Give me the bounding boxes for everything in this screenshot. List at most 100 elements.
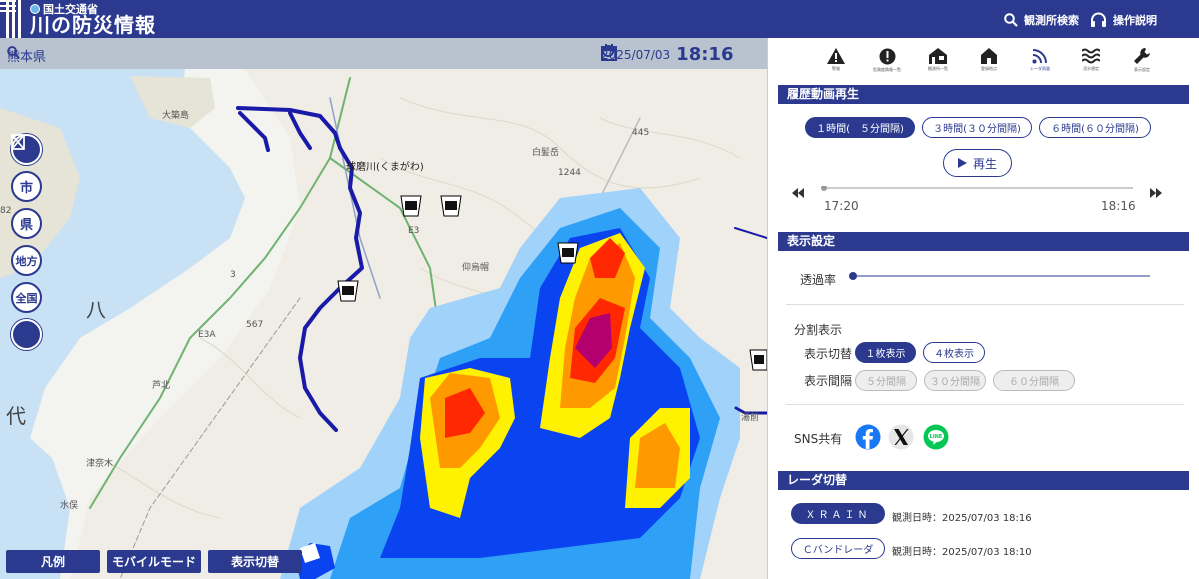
help-button[interactable]: 操作説明 — [1090, 12, 1157, 28]
home-icon — [981, 48, 997, 64]
display-section-title: 表示設定 — [778, 232, 1189, 251]
refresh-icon[interactable] — [601, 44, 615, 58]
divider — [786, 404, 1184, 405]
map-label-82: 82 — [0, 206, 12, 216]
facebook-icon[interactable] — [855, 424, 881, 450]
warning-icon — [827, 48, 845, 64]
timeline-end-time: 18:16 — [1101, 199, 1136, 213]
side-panel: 警報 危険度情報一覧 観測所一覧 登録地点 レーダ雨量 浸水想定 表示設定 履歴… — [767, 38, 1199, 579]
map-label-e3: E3 — [408, 226, 420, 236]
timeline-slider[interactable] — [792, 186, 1168, 200]
map-bottom-toolbar: 凡例 モバイルモード 表示切替 — [6, 550, 302, 573]
interval-60min-button[interactable]: ６０分間隔 — [993, 370, 1075, 391]
rewind-icon[interactable] — [792, 188, 804, 198]
mobile-mode-button[interactable]: モバイルモード — [107, 550, 201, 573]
cband-observation-time: 観測日時：2025/07/03 18:10 — [892, 547, 1032, 558]
map-view[interactable]: 大築島 白髪岳 1244 仰烏帽 445 E3 E3A 3 567 芦北 津奈木… — [0, 38, 767, 579]
headset-icon — [1091, 12, 1106, 27]
settings-label: 表示設定 — [1134, 66, 1150, 72]
map-label-567: 567 — [246, 320, 264, 330]
flood-icon — [1082, 48, 1100, 64]
history-section-title: 履歴動画再生 — [778, 85, 1189, 104]
map-label-shirahage: 白髪岳 — [532, 148, 560, 158]
map-label-elevation: 1244 — [558, 168, 581, 178]
opacity-handle[interactable] — [849, 272, 857, 280]
timeline-handle[interactable] — [821, 186, 827, 191]
interval-30min-button[interactable]: ３０分間隔 — [924, 370, 986, 391]
map-label-tsunagi: 津奈木 — [86, 459, 114, 469]
xrain-button[interactable]: ＸＲＡＩＮ — [791, 503, 885, 524]
map-label-minamata: 水俣 — [60, 501, 79, 511]
flood-label: 浸水想定 — [1083, 66, 1099, 71]
map-topbar: 熊本県 2025/07/03 18:16 — [0, 38, 767, 69]
station-search-button[interactable]: 観測所検索 — [1004, 12, 1079, 28]
split-display-label: 分割表示 — [794, 323, 843, 337]
map-label-gyoku: 仰烏帽 — [462, 263, 490, 273]
station-list-icon — [929, 48, 947, 64]
x-icon[interactable] — [888, 424, 914, 450]
river-name-label[interactable]: 球磨川(くまがわ) — [346, 158, 424, 173]
scale-city-button[interactable]: 市 — [11, 171, 42, 202]
scale-prefecture-button[interactable]: 県 — [11, 208, 42, 239]
flood-button[interactable]: 浸水想定 — [1073, 38, 1109, 82]
sns-share-label: SNS共有 — [794, 432, 843, 446]
help-label: 操作説明 — [1113, 14, 1157, 27]
line-icon[interactable]: LINE — [923, 424, 949, 450]
home-label: 登録地点 — [981, 66, 997, 71]
interval-1h-button[interactable]: １時間( ５分間隔) — [805, 117, 915, 138]
display-interval-label: 表示間隔 — [804, 374, 853, 388]
app-header: 国土交通省 川の防災情報 観測所検索 操作説明 — [0, 0, 1199, 38]
station-list-label: 観測所一覧 — [928, 66, 948, 71]
alert-icon — [879, 48, 895, 64]
xrain-observation-time: 観測日時：2025/07/03 18:16 — [892, 513, 1032, 524]
frame-toggle-bottom-icon[interactable] — [11, 134, 42, 350]
cband-button[interactable]: Ｃバンドレーダ — [791, 538, 885, 559]
scale-nation-button[interactable]: 全国 — [11, 282, 42, 313]
map-label-yunomae: 湯前 — [741, 413, 760, 423]
warning-label: 警報 — [832, 66, 840, 71]
opacity-slider[interactable] — [848, 270, 1153, 282]
station-list-button[interactable]: 観測所一覧 — [920, 38, 956, 82]
display-switch-label: 表示切替 — [804, 347, 853, 361]
map-label-road445: 445 — [632, 128, 650, 138]
map-label-route3: 3 — [230, 270, 236, 280]
radar-label: レーダ雨量 — [1030, 66, 1050, 71]
radar-icon — [1032, 49, 1047, 64]
map-label-ashikita: 芦北 — [152, 381, 171, 391]
play-label: 再生 — [972, 156, 997, 171]
interval-3h-button[interactable]: ３時間(３０分間隔) — [922, 117, 1032, 138]
map-scale-buttons: 市 県 地方 全国 — [11, 134, 42, 350]
map-label-dai: 代 — [6, 404, 26, 428]
search-label: 観測所検索 — [1024, 14, 1079, 27]
radar-rain-button[interactable]: レーダ雨量 — [1022, 38, 1058, 82]
display-switch-button[interactable]: 表示切替 — [208, 550, 302, 573]
time-label: 18:16 — [676, 44, 734, 65]
wrench-icon — [1133, 47, 1150, 64]
map-canvas[interactable] — [0, 38, 767, 579]
radar-section-title: レーダ切替 — [778, 471, 1189, 490]
settings-button[interactable]: 表示設定 — [1124, 38, 1160, 82]
risk-info-label: 危険度情報一覧 — [873, 66, 901, 72]
map-label-oyano: 大築島 — [162, 111, 190, 121]
play-icon — [957, 158, 967, 168]
risk-info-button[interactable]: 危険度情報一覧 — [869, 38, 905, 82]
divider — [786, 304, 1184, 305]
warning-button[interactable]: 警報 — [818, 38, 854, 82]
interval-6h-button[interactable]: ６時間(６０分間隔) — [1039, 117, 1151, 138]
legend-button[interactable]: 凡例 — [6, 550, 100, 573]
fast-forward-icon[interactable] — [1150, 188, 1162, 198]
prefecture-selector[interactable]: 熊本県 — [7, 46, 46, 65]
function-icon-bar: 警報 危険度情報一覧 観測所一覧 登録地点 レーダ雨量 浸水想定 表示設定 — [768, 38, 1199, 82]
timeline-start-time: 17:20 — [824, 199, 859, 213]
scale-region-button[interactable]: 地方 — [11, 245, 42, 276]
play-button[interactable]: 再生 — [943, 149, 1012, 177]
registered-point-button[interactable]: 登録地点 — [971, 38, 1007, 82]
map-label-e3a: E3A — [198, 330, 216, 340]
quad-view-button[interactable]: ４枚表示 — [923, 342, 985, 363]
app-title[interactable]: 川の防災情報 — [30, 13, 156, 37]
observation-datetime[interactable]: 2025/07/03 18:16 — [601, 44, 733, 65]
svg-text:LINE: LINE — [930, 434, 943, 440]
search-icon — [1004, 13, 1018, 27]
interval-5min-button[interactable]: ５分間隔 — [855, 370, 917, 391]
single-view-button[interactable]: １枚表示 — [855, 342, 916, 363]
